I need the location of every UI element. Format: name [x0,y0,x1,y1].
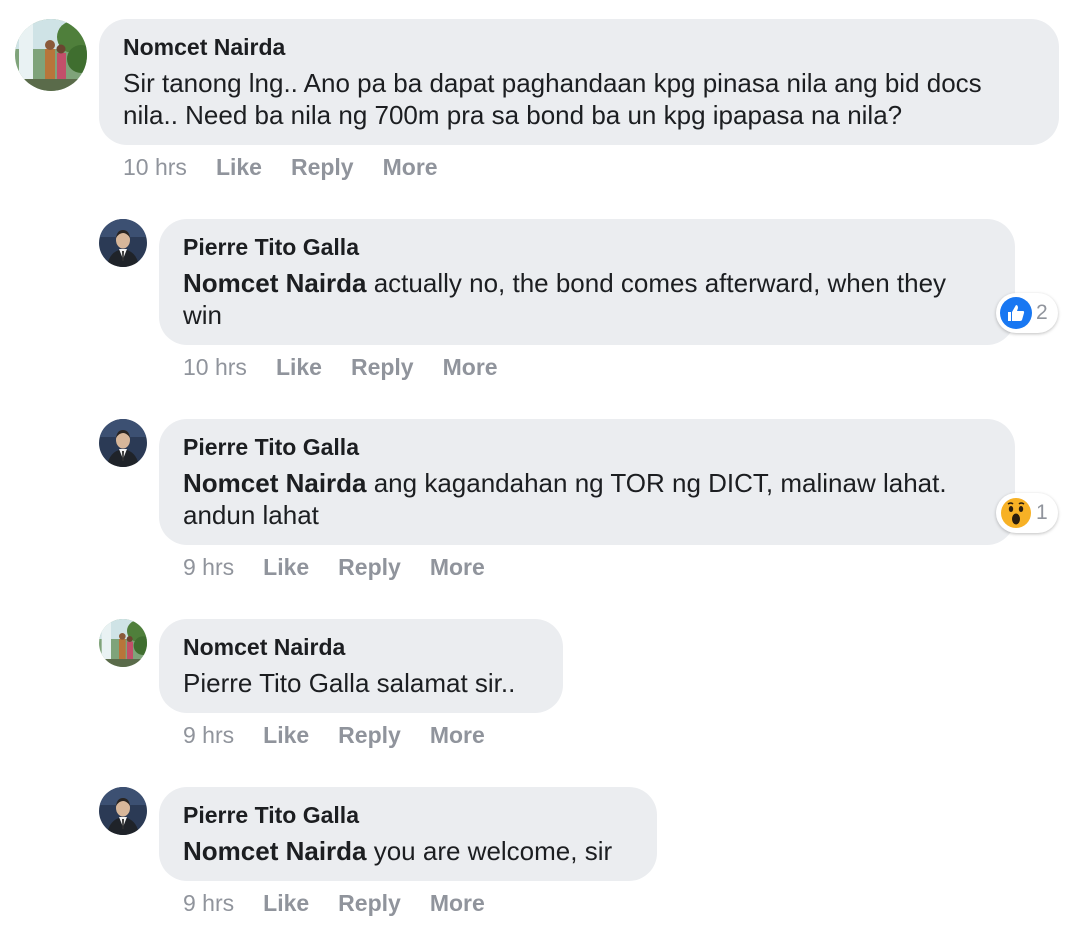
more-button[interactable]: More [383,153,438,181]
comment-body: Sir tanong lng.. Ano pa ba dapat paghand… [123,68,982,130]
comment-author[interactable]: Pierre Tito Galla [183,433,991,461]
comment-body: you are welcome, sir [366,836,613,866]
comment-actions: 9 hrs Like Reply More [183,553,514,581]
comment-author[interactable]: Pierre Tito Galla [183,233,991,261]
avatar[interactable] [99,787,147,835]
comment-body: Pierre Tito Galla salamat sir.. [183,668,516,698]
profile-photo-landscape [99,619,147,667]
comment-timestamp[interactable]: 10 hrs [123,153,187,181]
comment-bubble: Pierre Tito Galla Nomcet Nairda you are … [159,787,657,881]
comment-text: Nomcet Nairda you are welcome, sir [183,835,633,867]
comment-text: Sir tanong lng.. Ano pa ba dapat paghand… [123,67,1035,131]
more-button[interactable]: More [430,553,485,581]
reaction-count: 1 [1036,501,1048,524]
reply-button[interactable]: Reply [338,721,401,749]
more-button[interactable]: More [443,353,498,381]
reaction-summary[interactable]: 1 [996,493,1058,533]
profile-photo-portrait [99,419,147,467]
like-button[interactable]: Like [216,153,262,181]
wow-emoji-icon [1000,497,1032,529]
avatar[interactable] [99,219,147,267]
like-button[interactable]: Like [263,721,309,749]
comment-timestamp[interactable]: 9 hrs [183,721,234,749]
comment-timestamp[interactable]: 9 hrs [183,553,234,581]
more-button[interactable]: More [430,889,485,917]
comment-text: Nomcet Nairda ang kagandahan ng TOR ng D… [183,467,991,531]
comment-actions: 9 hrs Like Reply More [183,721,514,749]
comment-bubble: Pierre Tito Galla Nomcet Nairda ang kaga… [159,419,1015,545]
reaction-summary[interactable]: 2 [996,293,1058,333]
reply-button[interactable]: Reply [291,153,354,181]
mention-link[interactable]: Nomcet Nairda [183,468,367,498]
comment-author[interactable]: Nomcet Nairda [123,33,1035,61]
reply-button[interactable]: Reply [338,553,401,581]
like-button[interactable]: Like [263,889,309,917]
comment-author[interactable]: Pierre Tito Galla [183,801,633,829]
avatar[interactable] [99,619,147,667]
mention-link[interactable]: Nomcet Nairda [183,268,367,298]
comment-bubble: Nomcet Nairda Pierre Tito Galla salamat … [159,619,563,713]
comment-timestamp[interactable]: 10 hrs [183,353,247,381]
comment-actions: 9 hrs Like Reply More [183,889,514,917]
comment-bubble: Pierre Tito Galla Nomcet Nairda actually… [159,219,1015,345]
reaction-count: 2 [1036,301,1048,324]
profile-photo-portrait [99,219,147,267]
like-button[interactable]: Like [276,353,322,381]
thumbs-up-icon [1000,297,1032,329]
comment-timestamp[interactable]: 9 hrs [183,889,234,917]
avatar[interactable] [99,419,147,467]
comment-text: Pierre Tito Galla salamat sir.. [183,667,539,699]
comment-author[interactable]: Nomcet Nairda [183,633,539,661]
comment-bubble: Nomcet Nairda Sir tanong lng.. Ano pa ba… [99,19,1059,145]
mention-link[interactable]: Nomcet Nairda [183,836,367,866]
profile-photo-landscape [15,19,87,91]
comment-text: Nomcet Nairda actually no, the bond come… [183,267,991,331]
avatar[interactable] [15,19,87,91]
comment-actions: 10 hrs Like Reply More [183,353,527,381]
reply-button[interactable]: Reply [351,353,414,381]
more-button[interactable]: More [430,721,485,749]
comment-actions: 10 hrs Like Reply More [123,153,467,181]
like-button[interactable]: Like [263,553,309,581]
reply-button[interactable]: Reply [338,889,401,917]
profile-photo-portrait [99,787,147,835]
